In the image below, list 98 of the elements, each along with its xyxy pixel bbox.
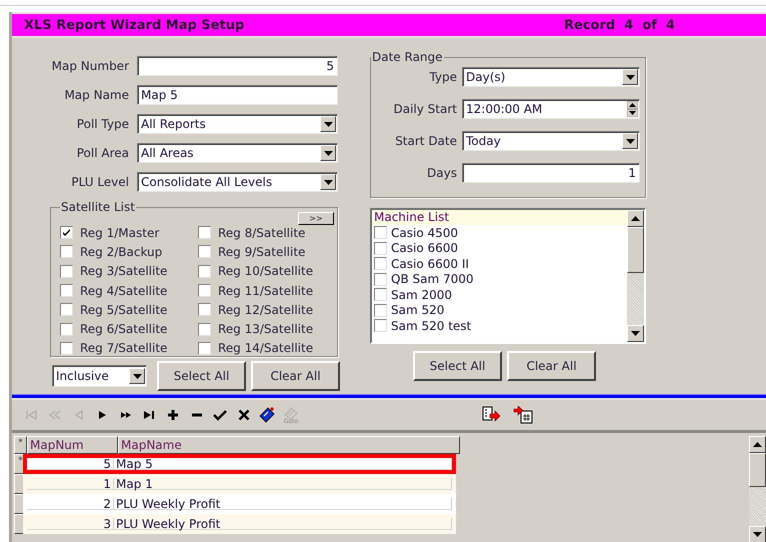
checkbox[interactable] <box>60 284 73 298</box>
checkbox[interactable] <box>198 322 211 336</box>
dropdown-arrow-icon <box>324 122 332 126</box>
number-field[interactable]: 5 <box>137 56 338 76</box>
table-cell: Map 5 <box>114 458 452 470</box>
scrollbar[interactable] <box>749 436 766 542</box>
table-cell: 5 <box>27 458 114 470</box>
checkbox[interactable] <box>198 226 211 240</box>
dropdown[interactable]: Today <box>462 131 640 151</box>
checkbox-label: Reg 1/Master <box>80 226 160 240</box>
dropdown[interactable]: Day(s) <box>462 67 640 87</box>
push-button[interactable]: Select All <box>157 361 246 391</box>
checkbox[interactable] <box>374 242 387 255</box>
field-label: Start Date <box>394 134 457 148</box>
selected-row[interactable]: 5 Map 5 <box>23 454 456 474</box>
checkbox-label: Reg 3/Satellite <box>80 264 168 278</box>
checkbox[interactable] <box>198 245 211 258</box>
push-button[interactable]: Select All <box>413 351 502 381</box>
list-item[interactable]: Casio 6600 II <box>391 256 469 271</box>
list-item[interactable]: Casio 6600 <box>391 241 458 256</box>
down-arrow-icon <box>631 331 640 336</box>
check-icon <box>62 228 71 238</box>
list-item[interactable]: Sam 2000 <box>391 288 452 302</box>
group-label: Satellite List <box>60 200 136 214</box>
checkbox[interactable] <box>60 245 73 258</box>
list-item[interactable]: Sam 520 <box>391 303 444 318</box>
field-label: Days <box>426 166 457 180</box>
up-arrow-icon <box>631 216 640 221</box>
number-field[interactable]: 1 <box>462 163 640 183</box>
field-label: PLU Level <box>70 175 129 189</box>
spin-arrows-icon <box>627 101 638 117</box>
checkbox[interactable] <box>198 303 211 316</box>
checkbox-label: Reg 5/Satellite <box>80 302 168 317</box>
checkbox[interactable] <box>60 226 73 240</box>
record-counter: Record 4 of 4 <box>564 18 676 32</box>
checkbox-label: Reg 11/Satellite <box>218 284 314 298</box>
up-arrow-icon <box>753 442 762 447</box>
checkbox-label: Reg 12/Satellite <box>218 302 314 317</box>
scrollbar[interactable] <box>627 210 644 342</box>
checkbox[interactable] <box>374 257 387 270</box>
list-header: Machine List <box>372 210 627 225</box>
checkbox-label: Reg 4/Satellite <box>80 284 168 298</box>
push-button[interactable]: Clear All <box>251 361 340 391</box>
group-label: Date Range <box>371 50 444 64</box>
field-label: Map Name <box>63 88 129 102</box>
checkbox[interactable] <box>60 342 73 355</box>
field-label: Poll Area <box>76 146 129 160</box>
down-arrow-icon <box>753 532 762 537</box>
window-title: XLS Report Wizard Map Setup <box>23 18 246 32</box>
checkbox[interactable] <box>198 342 211 355</box>
table-cell: 1 <box>27 478 114 490</box>
dropdown[interactable]: Consolidate All Levels <box>137 172 338 192</box>
checkbox-label: Reg 13/Satellite <box>218 322 314 336</box>
field-label: Daily Start <box>392 102 457 116</box>
table-cell: PLU Weekly Profit <box>114 498 452 510</box>
checkbox[interactable] <box>198 284 211 298</box>
column-header[interactable]: MapNum <box>27 436 118 454</box>
row-indicator: * <box>14 436 27 454</box>
checkbox[interactable] <box>60 322 73 336</box>
checkbox[interactable] <box>60 303 73 316</box>
dropdown[interactable]: Inclusive <box>52 365 147 387</box>
checkbox[interactable] <box>374 304 387 317</box>
dropdown[interactable]: All Areas <box>137 143 338 163</box>
expand-button[interactable]: >> <box>298 212 334 225</box>
checkbox-label: Reg 6/Satellite <box>80 322 168 336</box>
table-cell: 3 <box>27 518 114 530</box>
column-header[interactable]: MapName <box>118 436 460 454</box>
checkbox-label: Reg 8/Satellite <box>218 226 306 240</box>
dropdown-arrow-icon <box>324 180 332 184</box>
table-cell: PLU Weekly Profit <box>114 518 452 530</box>
checkbox[interactable] <box>198 264 211 278</box>
checkbox[interactable] <box>374 288 387 302</box>
text-field[interactable]: Map 5 <box>137 85 338 105</box>
dropdown-arrow-icon <box>626 138 634 144</box>
dropdown-arrow-icon <box>626 74 634 80</box>
checkbox-label: Reg 2/Backup <box>80 244 162 259</box>
checkbox[interactable] <box>374 272 387 286</box>
checkbox-label: Reg 9/Satellite <box>218 244 306 259</box>
checkbox[interactable] <box>60 264 73 278</box>
checkbox[interactable] <box>374 319 387 332</box>
field-label: Poll Type <box>76 117 129 131</box>
list-item[interactable]: QB Sam 7000 <box>391 272 474 286</box>
time-spinner[interactable]: 12:00:00 AM <box>462 99 640 119</box>
checkbox-label: Reg 10/Satellite <box>218 264 314 278</box>
import-icon[interactable] <box>512 404 535 426</box>
checkbox-label: Reg 14/Satellite <box>218 341 314 356</box>
dropdown-arrow-icon <box>324 150 332 156</box>
field-label: Map Number <box>50 59 129 73</box>
push-button[interactable]: Clear All <box>507 351 596 381</box>
checkbox[interactable] <box>374 226 387 240</box>
dropdown[interactable]: All Reports <box>137 114 338 134</box>
list-item[interactable]: Sam 520 test <box>391 318 472 333</box>
table-cell: 2 <box>27 498 114 510</box>
checkbox-label: Reg 7/Satellite <box>80 341 168 356</box>
list-item[interactable]: Casio 4500 <box>391 226 458 240</box>
dropdown-arrow-icon <box>132 374 142 378</box>
table-cell: Map 1 <box>114 478 452 490</box>
field-label: Type <box>428 70 457 84</box>
